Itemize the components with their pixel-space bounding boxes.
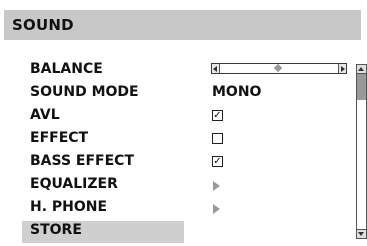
menu-item-sound-mode[interactable]: SOUND MODE [30,84,139,100]
left-arrow-icon[interactable] [212,64,220,73]
effect-checkbox[interactable] [212,133,223,144]
scroll-up-icon[interactable] [357,65,366,74]
scrollbar[interactable] [356,64,367,239]
menu-item-equalizer[interactable]: EQUALIZER [30,176,118,192]
bass-effect-checkbox[interactable]: ✓ [212,156,223,167]
title-bar: SOUND [4,10,361,40]
menu-item-store[interactable]: STORE [30,222,82,238]
diamond-thumb-icon[interactable] [273,63,283,73]
h-phone-submenu-arrow-icon[interactable] [213,204,220,214]
sound-mode-value[interactable]: MONO [212,84,261,100]
sound-menu-panel: SOUND BALANCE SOUND MODE AVL EFFECT BASS… [0,0,367,246]
scroll-down-icon[interactable] [357,229,366,238]
menu-item-avl[interactable]: AVL [30,107,60,123]
menu-item-effect[interactable]: EFFECT [30,130,88,146]
page-title: SOUND [12,16,74,34]
avl-checkbox[interactable]: ✓ [212,110,223,121]
menu-item-balance[interactable]: BALANCE [30,61,103,77]
right-arrow-icon[interactable] [338,64,346,73]
equalizer-submenu-arrow-icon[interactable] [213,181,220,191]
menu-item-h-phone[interactable]: H. PHONE [30,199,107,215]
menu-item-bass-effect[interactable]: BASS EFFECT [30,153,134,169]
balance-slider[interactable] [211,63,347,74]
scroll-thumb[interactable] [357,74,366,100]
